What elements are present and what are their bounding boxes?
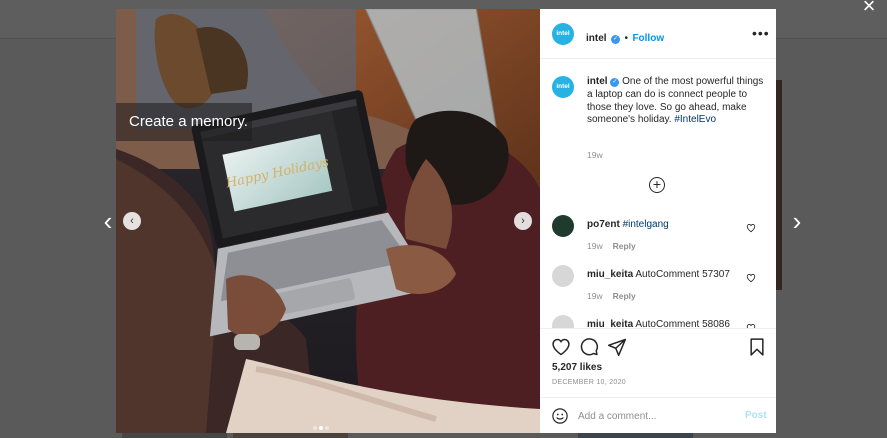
carousel-dot — [325, 426, 329, 430]
emoji-icon[interactable] — [551, 407, 569, 425]
caption-username[interactable]: intel — [587, 76, 608, 87]
comment-text: AutoComment 57307 — [635, 269, 730, 280]
verified-icon: ✓ — [611, 35, 621, 44]
comment-like-icon[interactable] — [746, 223, 756, 233]
caption-avatar[interactable]: intel — [552, 76, 574, 98]
caption-timestamp[interactable]: 19w — [587, 150, 603, 160]
post-details-panel: intel intel ✓ • Follow ••• intel intel ✓… — [540, 9, 776, 433]
comment-like-icon[interactable] — [746, 273, 756, 283]
likes-count[interactable]: 5,207 likes — [552, 362, 602, 373]
close-icon[interactable]: × — [857, 0, 881, 20]
add-comment-row: Post — [540, 397, 776, 435]
next-post-arrow-icon[interactable]: › — [788, 206, 806, 236]
comment-time[interactable]: 19w — [587, 291, 603, 301]
previous-post-arrow-icon[interactable]: ‹ — [99, 206, 117, 236]
reply-button[interactable]: Reply — [613, 241, 636, 251]
comment-text[interactable]: #intelgang — [623, 219, 669, 230]
follow-button[interactable]: Follow — [632, 33, 664, 44]
follow-separator: • — [624, 33, 628, 44]
verified-icon: ✓ — [610, 78, 620, 87]
post-photo: Happy Holidays — [116, 9, 540, 433]
comment-input[interactable] — [578, 407, 728, 425]
comment-body: po7ent #intelgang — [587, 219, 669, 230]
reply-button[interactable]: Reply — [613, 291, 636, 301]
comment-avatar[interactable] — [552, 315, 574, 328]
image-caption-overlay: Create a memory. — [116, 103, 252, 141]
like-heart-icon[interactable] — [551, 337, 571, 357]
header-username[interactable]: intel — [586, 33, 607, 44]
save-bookmark-icon[interactable] — [747, 337, 767, 357]
carousel-dot-active — [319, 426, 323, 430]
post-caption: intel ✓ One of the most powerful things … — [587, 76, 769, 127]
profile-avatar[interactable]: intel — [552, 23, 574, 45]
post-comment-button[interactable]: Post — [745, 410, 767, 421]
comment-username[interactable]: po7ent — [587, 219, 620, 230]
comment-time[interactable]: 19w — [587, 241, 603, 251]
post-media[interactable]: Happy Holidays Create a memory. ‹ › — [116, 9, 540, 433]
load-more-comments-icon[interactable]: + — [649, 177, 665, 193]
carousel-prev-button[interactable]: ‹ — [123, 212, 141, 230]
post-actions: 5,207 likes DECEMBER 10, 2020 Post — [540, 328, 776, 434]
comment-username[interactable]: miu_keita — [587, 319, 633, 328]
carousel-dots — [313, 417, 331, 430]
comment-avatar[interactable] — [552, 215, 574, 237]
caption-time: 19w — [587, 150, 603, 160]
comments-list[interactable]: intel intel ✓ One of the most powerful t… — [540, 59, 776, 328]
comment-username[interactable]: miu_keita — [587, 269, 633, 280]
post-header: intel intel ✓ • Follow ••• — [540, 9, 776, 59]
carousel-next-button[interactable]: › — [514, 212, 532, 230]
carousel-dot — [313, 426, 317, 430]
comment-meta: 19w Reply — [587, 241, 636, 251]
comment-meta: 19w Reply — [587, 291, 636, 301]
share-paper-plane-icon[interactable] — [607, 337, 627, 357]
header-user-line: intel ✓ • Follow — [586, 28, 664, 46]
more-options-icon[interactable]: ••• — [752, 25, 770, 41]
comment-bubble-icon[interactable] — [579, 337, 599, 357]
caption-hashtag[interactable]: #IntelEvo — [674, 114, 716, 125]
comment-avatar[interactable] — [552, 265, 574, 287]
comment-text: AutoComment 58086 — [635, 319, 730, 328]
comment-body: miu_keita AutoComment 57307 — [587, 269, 730, 280]
comment-body: miu_keita AutoComment 58086 — [587, 319, 730, 328]
post-date[interactable]: DECEMBER 10, 2020 — [552, 379, 626, 386]
